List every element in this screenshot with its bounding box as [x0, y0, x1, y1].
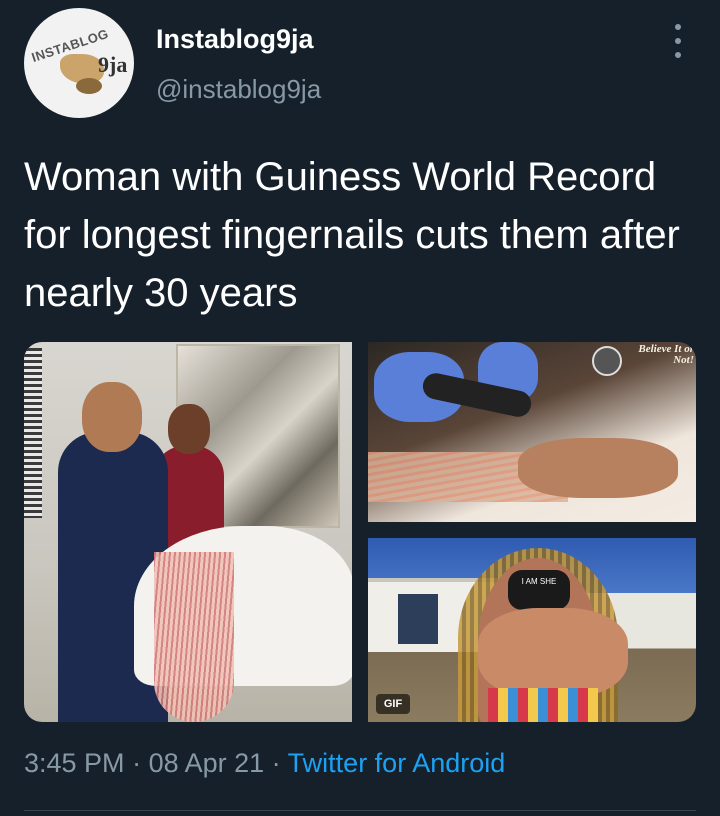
avatar[interactable]: INSTABLOG 9ja: [24, 8, 134, 118]
more-vertical-icon[interactable]: [668, 24, 688, 58]
user-handle[interactable]: @instablog9ja: [156, 74, 321, 105]
more-dot: [675, 52, 681, 58]
nurse-head: [168, 404, 210, 454]
tweet-date[interactable]: 08 Apr 21: [149, 748, 265, 778]
tweet-source-link[interactable]: Twitter for Android: [288, 748, 506, 778]
nurse-head: [82, 382, 142, 452]
window-blinds: [24, 348, 42, 518]
display-name[interactable]: Instablog9ja: [156, 24, 314, 55]
raised-hands: [478, 608, 628, 698]
tweet-media-grid[interactable]: Believe It or Not! I AM SHE GIF: [24, 342, 696, 722]
more-dot: [675, 24, 681, 30]
media-gif-woman-hands[interactable]: I AM SHE GIF: [368, 538, 696, 722]
ripleys-overlay: Believe It or Not!: [638, 343, 694, 366]
gif-badge: GIF: [376, 694, 410, 714]
building-door: [398, 594, 438, 644]
long-fingernails: [154, 552, 234, 722]
striped-top: [488, 688, 598, 722]
meta-separator: ·: [124, 748, 149, 778]
tweet-time[interactable]: 3:45 PM: [24, 748, 125, 778]
map-shadow-graphic: [76, 78, 102, 94]
media-image-nurses-trimming[interactable]: [24, 342, 352, 722]
divider: [24, 810, 696, 811]
hand: [518, 438, 678, 498]
tweet-text: Woman with Guiness World Record for long…: [24, 155, 680, 315]
tweet-meta: 3:45 PM · 08 Apr 21 · Twitter for Androi…: [24, 748, 505, 779]
face-mask: I AM SHE: [508, 570, 570, 610]
media-image-nail-cutting[interactable]: Believe It or Not!: [368, 342, 696, 522]
avatar-logo-suffix: 9ja: [98, 52, 128, 77]
more-dot: [675, 38, 681, 44]
meta-separator: ·: [264, 748, 288, 778]
